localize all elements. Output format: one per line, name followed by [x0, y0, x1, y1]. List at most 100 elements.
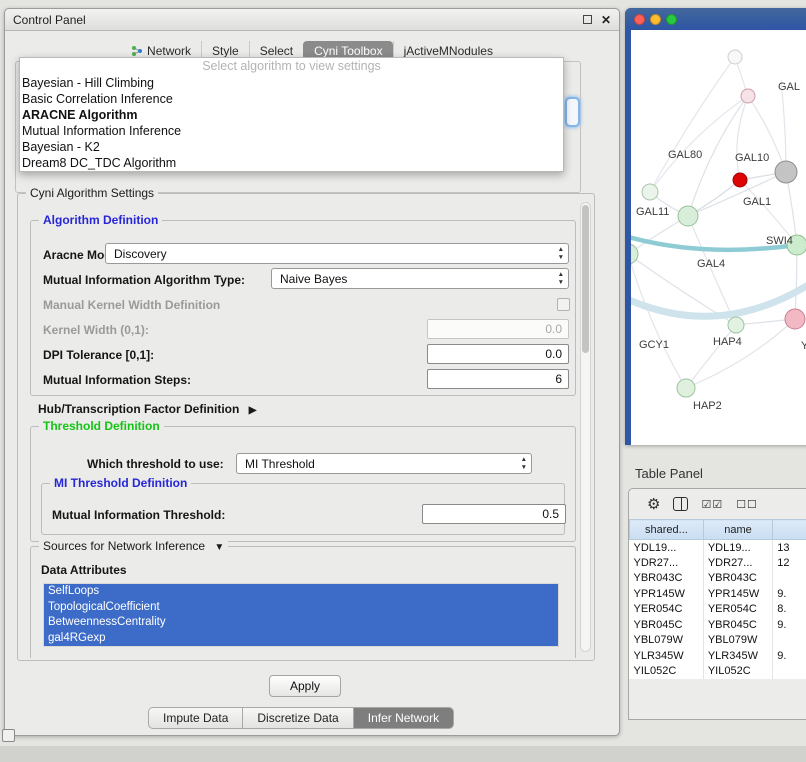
attribute-item[interactable]: gal4RGexp [44, 631, 558, 647]
table-cell: 12 [773, 555, 806, 571]
column-header[interactable] [773, 520, 806, 540]
mi-steps-value: 6 [555, 372, 562, 386]
table-cell: 9. [773, 586, 806, 602]
node-label: GAL1 [743, 196, 771, 208]
kernel-width-field[interactable]: 0.0 [427, 319, 569, 339]
help-button-fragment[interactable] [565, 97, 580, 127]
hub-definition-label: Hub/Transcription Factor Definition [38, 402, 239, 416]
table-cell: 9. [773, 648, 806, 664]
mi-steps-label: Mutual Information Steps: [43, 373, 191, 387]
network-node[interactable] [733, 173, 747, 187]
algorithm-definition-group: Algorithm Definition Aracne Mode: Discov… [30, 220, 576, 396]
table-cell: YIL052C [630, 664, 704, 680]
bottom-tab-discretize-data[interactable]: Discretize Data [243, 707, 353, 729]
dpi-tolerance-field[interactable]: 0.0 [427, 344, 569, 364]
scrollbar-thumb[interactable] [582, 205, 589, 353]
network-edge [631, 254, 686, 388]
mi-threshold-title: MI Threshold Definition [50, 476, 191, 490]
node-label: GAL10 [735, 152, 769, 164]
tab-label: Network [147, 44, 191, 58]
network-node[interactable] [728, 50, 742, 64]
network-node[interactable] [785, 309, 805, 329]
mi-type-label: Mutual Information Algorithm Type: [43, 273, 245, 287]
sources-title-text: Sources for Network Inference [43, 539, 205, 553]
algorithm-option[interactable]: Dream8 DC_TDC Algorithm [20, 155, 563, 171]
mi-threshold-field[interactable]: 0.5 [422, 504, 566, 524]
bottom-tab-infer-network[interactable]: Infer Network [354, 707, 454, 729]
table-row[interactable]: YIL052CYIL052C [630, 664, 806, 680]
network-node[interactable] [775, 161, 797, 183]
network-node[interactable] [741, 89, 755, 103]
float-window-icon[interactable] [583, 15, 592, 24]
column-header[interactable]: name [703, 520, 772, 540]
algorithm-dropdown-placeholder: Select algorithm to view settings [20, 58, 563, 75]
node-label: GAL80 [668, 149, 702, 161]
network-node[interactable] [678, 206, 698, 226]
tab-label: Cyni Toolbox [314, 44, 382, 58]
algorithm-option[interactable]: Mutual Information Inference [20, 123, 563, 139]
select-all-icon[interactable]: ☑☑ [701, 498, 723, 511]
dpi-tolerance-value: 0.0 [545, 347, 562, 361]
mac-close-icon[interactable] [634, 14, 645, 25]
network-icon [131, 45, 143, 57]
apply-button[interactable]: Apply [269, 675, 341, 697]
hub-definition-toggle[interactable]: Hub/Transcription Factor Definition ▶ [38, 402, 256, 416]
which-threshold-value: MI Threshold [245, 457, 315, 471]
which-threshold-select[interactable]: MI Threshold ▲▼ [236, 453, 532, 474]
expand-arrow-icon[interactable]: ▶ [249, 405, 257, 416]
dpi-tolerance-label: DPI Tolerance [0,1]: [43, 348, 154, 362]
aracne-mode-select[interactable]: Discovery ▲▼ [105, 243, 569, 264]
table-row[interactable]: YBR045CYBR045C9. [630, 617, 806, 633]
table-row[interactable]: YLR345WYLR345W9. [630, 648, 806, 664]
tab-label: Style [212, 44, 239, 58]
close-icon[interactable]: ✕ [601, 15, 611, 25]
gear-icon[interactable]: ⚙ [647, 497, 660, 512]
manual-kernel-checkbox[interactable] [557, 298, 570, 311]
algorithm-definition-title: Algorithm Definition [39, 213, 162, 227]
attribute-item[interactable]: BetweennessCentrality [44, 615, 558, 631]
tab-label: jActiveMNodules [404, 44, 493, 58]
restore-panel-icon[interactable] [2, 729, 15, 742]
mac-zoom-icon[interactable] [666, 14, 677, 25]
settings-group-title: Cyni Algorithm Settings [26, 186, 158, 200]
algorithm-option[interactable]: Basic Correlation Inference [20, 91, 563, 107]
table-row[interactable]: YDL19...YDL19...13 [630, 540, 806, 556]
algorithm-option[interactable]: Bayesian - Hill Climbing [20, 75, 563, 91]
mi-steps-field[interactable]: 6 [427, 369, 569, 389]
mi-type-select[interactable]: Naive Bayes ▲▼ [271, 268, 569, 289]
collapse-arrow-icon[interactable]: ▼ [214, 542, 224, 553]
network-node[interactable] [642, 184, 658, 200]
node-label: GCY1 [639, 339, 669, 351]
columns-icon[interactable] [673, 497, 688, 511]
attribute-item[interactable]: SelfLoops [44, 584, 558, 600]
kernel-width-label: Kernel Width (0,1): [43, 323, 149, 337]
network-node[interactable] [728, 317, 744, 333]
table-cell: YBL079W [630, 633, 704, 649]
node-label: HAP2 [693, 400, 722, 412]
table-panel-header: Table Panel [625, 460, 806, 486]
mi-threshold-group: MI Threshold Definition Mutual Informati… [41, 483, 565, 535]
network-canvas[interactable]: GAL80GAL10GAL11GAL1SWI4GAL4GCY1HAP4HAP2G… [631, 30, 806, 445]
attribute-item[interactable]: TopologicalCoefficient [44, 600, 558, 616]
table-cell: YPR145W [630, 586, 704, 602]
data-attributes-label: Data Attributes [41, 563, 127, 577]
algorithm-option[interactable]: Bayesian - K2 [20, 139, 563, 155]
table-body: YDL19...YDL19...13YDR27...YDR27...12YBR0… [630, 540, 806, 680]
table-row[interactable]: YDR27...YDR27...12 [630, 555, 806, 571]
table-row[interactable]: YPR145WYPR145W9. [630, 586, 806, 602]
table-row[interactable]: YER054CYER054C8. [630, 602, 806, 618]
network-window-titlebar [625, 8, 806, 30]
algorithm-option[interactable]: ARACNE Algorithm [20, 107, 563, 123]
manual-kernel-label: Manual Kernel Width Definition [43, 298, 220, 312]
column-header[interactable]: shared... [630, 520, 704, 540]
bottom-tab-impute-data[interactable]: Impute Data [148, 707, 243, 729]
table-row[interactable]: YBR043CYBR043C [630, 571, 806, 587]
table-row[interactable]: YBL079WYBL079W [630, 633, 806, 649]
settings-scrollbar[interactable] [580, 202, 591, 652]
mac-minimize-icon[interactable] [650, 14, 661, 25]
network-edge [650, 57, 735, 192]
network-node[interactable] [677, 379, 695, 397]
spinner-arrows-icon: ▲▼ [558, 246, 564, 261]
deselect-all-icon[interactable]: ☐☐ [736, 498, 758, 511]
network-graph[interactable]: GAL80GAL10GAL11GAL1SWI4GAL4GCY1HAP4HAP2G… [631, 30, 806, 445]
